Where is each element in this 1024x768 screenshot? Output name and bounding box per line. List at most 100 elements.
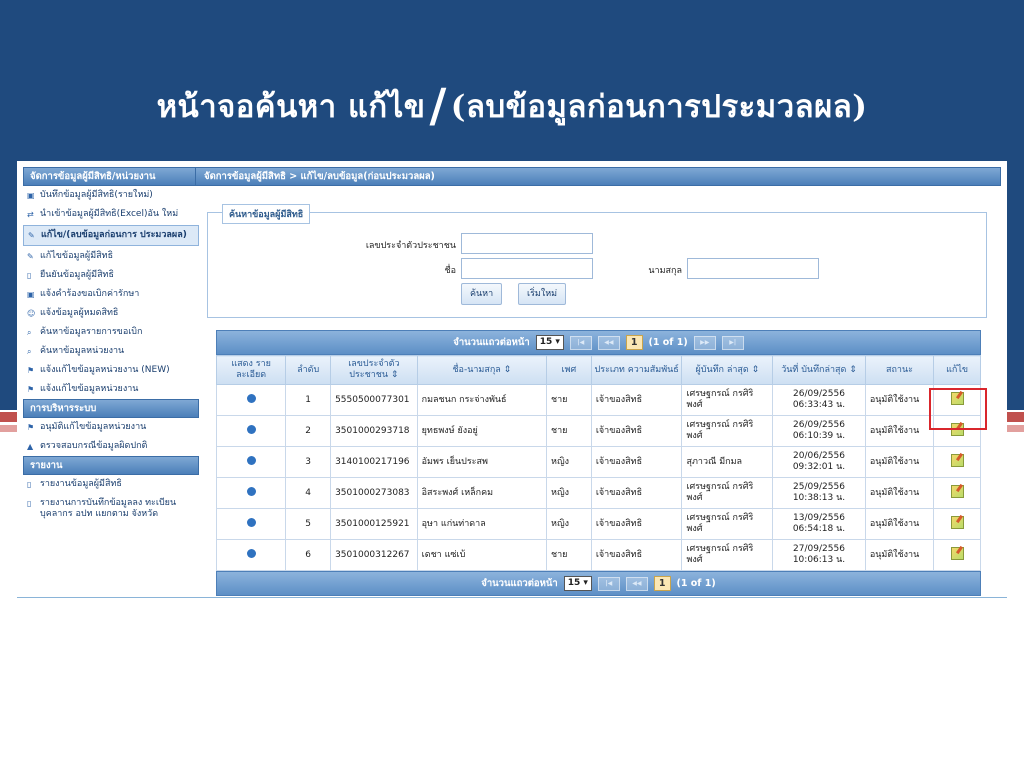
cell-date: 26/09/2556 06:10:39 น.: [772, 415, 866, 447]
cell-sex: หญิง: [546, 508, 592, 540]
cell-sex: หญิง: [546, 446, 592, 478]
table-header-row: แสดง รายละเอียด ลำดับ เลขประจำตัว ประชาชน …: [215, 355, 981, 385]
cell-status: อนุมัติใช้งาน: [864, 508, 935, 540]
sidebar-item[interactable]: ▣ บันทึกข้อมูลผู้มีสิทธิ(รายใหม่): [23, 186, 199, 205]
view-details-icon[interactable]: [246, 486, 256, 496]
sidebar-item[interactable]: ⚑ แจ้งแก้ไขข้อมูลหน่วยงาน: [23, 380, 199, 399]
first-page-icon[interactable]: |◀: [569, 335, 592, 350]
sidebar-item[interactable]: ✎ แก้ไขข้อมูลผู้มีสิทธิ: [23, 247, 199, 266]
search-button[interactable]: ค้นหา: [461, 283, 503, 305]
cell-no: 6: [285, 539, 332, 571]
rows-per-page-label: จำนวนแถวต่อหน้า: [481, 578, 558, 589]
view-details-icon[interactable]: [246, 517, 256, 527]
next-page-icon[interactable]: ▶▶: [693, 335, 716, 350]
edit-icon[interactable]: [950, 453, 964, 467]
table-row: 2 3501000293718 ยุทธพงษ์ ยังอยู่ ชาย เจ้าของ…: [215, 415, 981, 447]
sidebar-item[interactable]: ▲ ตรวจสอบกรณีข้อมูลผิดปกติ: [23, 437, 199, 456]
edit-cell: [933, 508, 981, 540]
sidebar-section-header[interactable]: รายงาน: [23, 456, 199, 475]
rows-per-page-select[interactable]: 15 ▾: [563, 576, 592, 591]
cell-no: 1: [285, 384, 332, 416]
cell-no: 5: [285, 508, 332, 540]
sidebar-item[interactable]: ⚑ แจ้งแก้ไขข้อมูลหน่วยงาน (NEW): [23, 361, 199, 380]
edit-icon[interactable]: [950, 546, 964, 560]
rows-per-page-value: 15: [567, 578, 581, 588]
cell-relation: เจ้าของสิทธิ: [590, 539, 683, 571]
sidebar-item[interactable]: ✎ แก้ไข/(ลบข้อมูลก่อนการ ประมวลผล): [23, 225, 199, 246]
cell-pid: 3501000273083: [330, 477, 418, 509]
rows-per-page-label: จำนวนแถวต่อหน้า: [453, 337, 530, 348]
sidebar-item-label: แก้ไขข้อมูลผู้มีสิทธิ: [40, 251, 114, 261]
sidebar-item[interactable]: ▣ แจ้งคำร้องขอเบิกค่ารักษา: [23, 285, 199, 304]
sidebar-item[interactable]: ⌕ ค้นหาข้อมูลหน่วยงาน: [23, 342, 199, 361]
page-info: (1 of 1): [648, 337, 688, 348]
cell-sex: ชาย: [546, 539, 592, 571]
id-number-input[interactable]: [461, 233, 593, 254]
sidebar-item[interactable]: ▯ ยืนยันข้อมูลผู้มีสิทธิ: [23, 266, 199, 285]
cell-recorder: เศรษฐกรณ์ กรศิริ พงศ์: [681, 539, 774, 571]
view-details-icon[interactable]: [246, 548, 256, 558]
sidebar-item[interactable]: ☺ แจ้งข้อมูลผู้หมดสิทธิ: [23, 304, 199, 323]
last-page-icon[interactable]: ▶|: [721, 335, 744, 350]
sidebar-item-label: ค้นหาข้อมูลรายการขอเบิก: [40, 327, 143, 337]
breadcrumb: จัดการข้อมูลผู้มีสิทธิ > แก้ไข/ลบข้อมูล(…: [195, 167, 1001, 186]
reset-button[interactable]: เริ่มใหม่: [518, 283, 567, 305]
edit-cell: [933, 539, 981, 571]
edit-highlight-box: [929, 388, 987, 430]
cell-relation: เจ้าของสิทธิ: [590, 446, 683, 478]
rows-per-page-select[interactable]: 15 ▾: [535, 335, 564, 350]
edit-icon[interactable]: [950, 515, 964, 529]
cell-date: 27/09/2556 10:06:13 น.: [772, 539, 866, 571]
cell-relation: เจ้าของสิทธิ: [590, 384, 683, 416]
chevron-down-icon: ▾: [583, 578, 588, 588]
save-icon: ▣: [27, 191, 35, 200]
sidebar-item[interactable]: ▯ รายงานข้อมูลผู้มีสิทธิ: [23, 475, 199, 494]
view-details-icon[interactable]: [246, 455, 256, 465]
search-icon: ⌕: [27, 328, 32, 337]
column-header[interactable]: วันที่ บันทึกล่าสุด ⇕: [772, 355, 866, 385]
search-legend: ค้นหาข้อมูลผู้มีสิทธิ: [222, 204, 311, 224]
sidebar-item-label: นำเข้าข้อมูลผู้มีสิทธิ(Excel)อัน ใหม่: [40, 209, 179, 219]
cell-status: อนุมัติใช้งาน: [864, 539, 935, 571]
view-details-icon[interactable]: [246, 424, 256, 434]
column-header: เพศ: [546, 355, 592, 385]
edit-icon[interactable]: [950, 484, 964, 498]
column-header[interactable]: ผู้บันทึก ล่าสุด ⇕: [681, 355, 774, 385]
cell-status: อนุมัติใช้งาน: [864, 415, 935, 447]
name-input[interactable]: [461, 258, 593, 279]
sidebar-item-label: แก้ไข/(ลบข้อมูลก่อนการ ประมวลผล): [41, 230, 187, 240]
cell-no: 2: [285, 415, 332, 447]
cell-recorder: เศรษฐกรณ์ กรศิริ พงศ์: [681, 384, 774, 416]
sidebar-section-header[interactable]: การบริหารระบบ: [23, 399, 199, 418]
prev-page-icon[interactable]: ◀◀: [597, 335, 620, 350]
prev-page-icon[interactable]: ◀◀: [625, 576, 648, 591]
flag-icon: ⚑: [27, 385, 35, 394]
details-cell: [215, 539, 287, 571]
column-header[interactable]: ชื่อ-นามสกุล ⇕: [416, 355, 548, 385]
column-header[interactable]: เลขประจำตัว ประชาชน ⇕: [330, 355, 418, 385]
sidebar-item[interactable]: ⇄ นำเข้าข้อมูลผู้มีสิทธิ(Excel)อัน ใหม่: [23, 205, 199, 224]
sidebar-item[interactable]: ▯ รายงานการบันทึกข้อมูลลง ทะเบียนบุคลากร …: [23, 494, 199, 524]
cell-name: อุษา แก่นท่าดาล: [416, 508, 548, 540]
current-page-button[interactable]: 1: [653, 576, 671, 591]
import-icon: ⇄: [27, 210, 34, 219]
first-page-icon[interactable]: |◀: [597, 576, 620, 591]
cell-pid: 5550500077301: [330, 384, 418, 416]
current-page-button[interactable]: 1: [625, 335, 643, 350]
view-details-icon[interactable]: [246, 393, 256, 403]
sidebar-item-label: อนุมัติแก้ไขข้อมูลหน่วยงาน: [40, 422, 147, 432]
sidebar-item[interactable]: ⌕ ค้นหาข้อมูลรายการขอเบิก: [23, 323, 199, 342]
document-icon: ▯: [27, 480, 32, 489]
table-body: 1 5550500077301 กมลชนก กระจ่างพันธ์ ชาย เจ้า…: [215, 384, 981, 571]
sidebar-item[interactable]: ⚑ อนุมัติแก้ไขข้อมูลหน่วยงาน: [23, 418, 199, 437]
document-icon: ▯: [27, 499, 32, 508]
pager-top: จำนวนแถวต่อหน้า 15 ▾ |◀ ◀◀ 1 (1 of 1) ▶▶…: [216, 330, 981, 355]
column-header: ประเภท ความสัมพันธ์: [590, 355, 683, 385]
column-header: สถานะ: [864, 355, 935, 385]
cell-status: อนุมัติใช้งาน: [864, 477, 935, 509]
id-label: เลขประจำตัวประชาชน: [365, 241, 456, 251]
surname-input[interactable]: [687, 258, 819, 279]
sidebar-section-header[interactable]: จัดการข้อมูลผู้มีสิทธิ/หน่วยงาน: [23, 167, 199, 186]
cell-sex: หญิง: [546, 477, 592, 509]
cell-relation: เจ้าของสิทธิ: [590, 508, 683, 540]
